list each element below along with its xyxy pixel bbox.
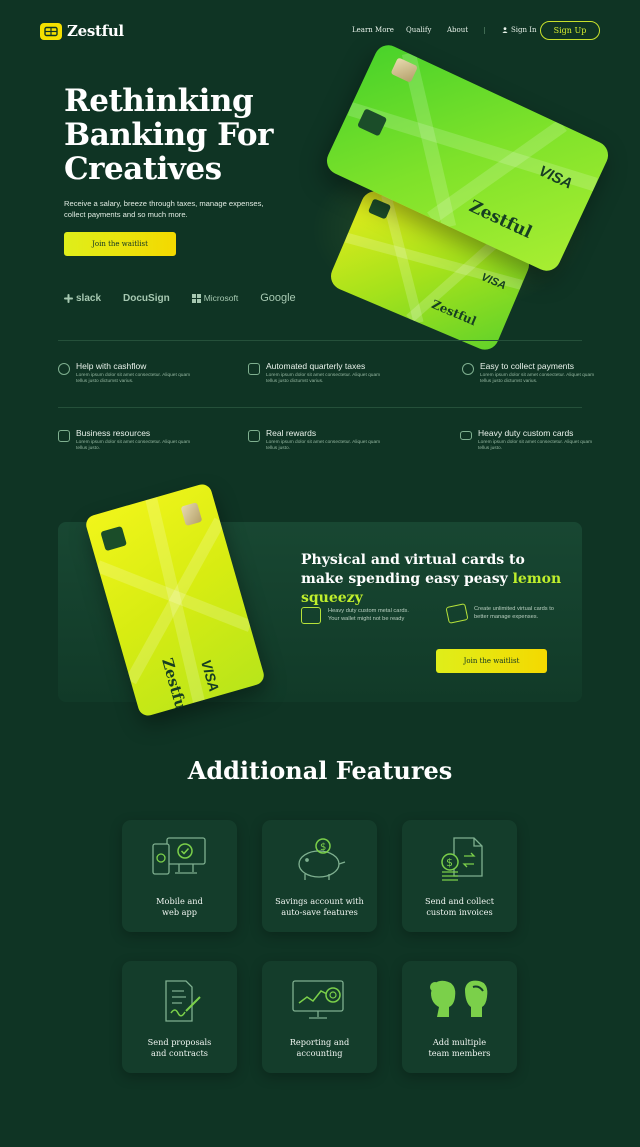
virtual-cards-icon bbox=[445, 603, 469, 624]
card-icon bbox=[460, 431, 472, 440]
tile-mobile-web-app: Mobile and web app bbox=[122, 820, 237, 932]
feature-title: Heavy duty custom cards bbox=[478, 428, 574, 438]
cashflow-icon bbox=[58, 363, 70, 375]
logo-text: Zestful bbox=[67, 22, 124, 40]
feature-title: Automated quarterly taxes bbox=[266, 361, 366, 371]
promo-item-metal-cards: Heavy duty custom metal cards. Your wall… bbox=[301, 607, 418, 624]
piggy-bank-icon: $ bbox=[297, 838, 345, 880]
hero-title: Rethinking Banking For Creatives bbox=[64, 83, 273, 187]
nav-qualify[interactable]: Qualify bbox=[406, 26, 431, 34]
invoice-exchange-icon: $ bbox=[440, 837, 483, 881]
contract-sign-icon bbox=[164, 980, 201, 1022]
logo-mark-icon bbox=[40, 22, 62, 40]
tile-label: Send proposals and contracts bbox=[147, 1037, 212, 1058]
sign-in-link[interactable]: Sign In bbox=[502, 26, 537, 34]
tax-document-icon bbox=[248, 363, 260, 375]
promo-item-text: Heavy duty custom metal cards. Your wall… bbox=[328, 608, 409, 622]
feature-desc: Lorem ipsum dolor sit amet consectetur. … bbox=[76, 373, 191, 384]
user-icon bbox=[502, 27, 508, 33]
briefcase-icon bbox=[58, 430, 70, 442]
hand-coin-icon bbox=[462, 363, 474, 375]
microsoft-logo: Microsoft bbox=[191, 293, 238, 303]
sign-up-button[interactable]: Sign Up bbox=[540, 21, 600, 40]
feature-custom-cards: Heavy duty custom cards Lorem ipsum dolor… bbox=[460, 428, 596, 452]
tile-label: Mobile and web app bbox=[156, 896, 203, 917]
divider bbox=[58, 407, 582, 408]
tile-label: Savings account with auto-save features bbox=[275, 896, 364, 917]
team-members-icon bbox=[429, 980, 487, 1017]
feature-cashflow: Help with cashflow Lorem ipsum dolor sit … bbox=[58, 361, 194, 385]
divider bbox=[58, 340, 582, 341]
nav-learn-more[interactable]: Learn More bbox=[352, 26, 394, 34]
feature-title: Easy to collect payments bbox=[480, 361, 575, 371]
feature-title: Business resources bbox=[76, 428, 151, 438]
promo-title: Physical and virtual cards to make spend… bbox=[301, 551, 571, 608]
feature-title: Help with cashflow bbox=[76, 361, 147, 371]
devices-icon bbox=[151, 837, 206, 875]
feature-taxes: Automated quarterly taxes Lorem ipsum dol… bbox=[248, 361, 384, 385]
additional-features-title: Additional Features bbox=[187, 756, 453, 785]
logo[interactable]: Zestful bbox=[40, 22, 124, 40]
tile-label: Add multiple team members bbox=[428, 1037, 491, 1058]
tile-team-members: Add multiple team members bbox=[402, 961, 517, 1073]
sign-in-label: Sign In bbox=[511, 26, 537, 34]
tile-label: Send and collect custom invoices bbox=[424, 896, 495, 917]
google-logo: Google bbox=[260, 292, 296, 304]
tile-proposals: Send proposals and contracts bbox=[122, 961, 237, 1073]
slack-logo: slack bbox=[64, 293, 101, 304]
feature-rewards: Real rewards Lorem ipsum dolor sit amet c… bbox=[248, 428, 384, 452]
feature-desc: Lorem ipsum dolor sit amet consectetur. … bbox=[266, 373, 381, 384]
tile-label: Reporting and accounting bbox=[289, 1037, 350, 1058]
feature-desc: Lorem ipsum dolor sit amet consectetur. … bbox=[266, 440, 381, 451]
metal-card-icon bbox=[301, 607, 321, 624]
hero-subtitle: Receive a salary, breeze through taxes, … bbox=[64, 199, 264, 219]
partner-logos: slack DocuSign Microsoft Google bbox=[64, 292, 296, 304]
svg-text:$: $ bbox=[320, 842, 326, 853]
feature-payments: Easy to collect payments Lorem ipsum dolo… bbox=[462, 361, 598, 385]
tile-savings: $ Savings account with auto-save features bbox=[262, 820, 377, 932]
tile-invoices: $ Send and collect custom invoices bbox=[402, 820, 517, 932]
feature-desc: Lorem ipsum dolor sit amet consectetur. … bbox=[480, 373, 595, 384]
feature-resources: Business resources Lorem ipsum dolor sit … bbox=[58, 428, 194, 452]
gift-icon bbox=[248, 430, 260, 442]
hero-join-waitlist-button[interactable]: Join the waitlist bbox=[64, 232, 176, 256]
promo-item-text: Create unlimited virtual cards to better… bbox=[474, 606, 554, 620]
report-chart-icon bbox=[291, 980, 344, 1019]
feature-title: Real rewards bbox=[266, 428, 317, 438]
promo-join-waitlist-button[interactable]: Join the waitlist bbox=[436, 649, 547, 673]
nav-divider bbox=[484, 27, 485, 34]
svg-text:$: $ bbox=[446, 856, 453, 869]
slack-icon bbox=[64, 293, 73, 303]
docusign-logo: DocuSign bbox=[123, 292, 170, 304]
feature-desc: Lorem ipsum dolor sit amet consectetur. … bbox=[76, 440, 191, 451]
tile-reporting: Reporting and accounting bbox=[262, 961, 377, 1073]
microsoft-icon bbox=[191, 293, 201, 303]
nav-about[interactable]: About bbox=[447, 26, 468, 34]
promo-item-virtual-cards: Create unlimited virtual cards to better… bbox=[445, 603, 556, 624]
promo-title-text: Physical and virtual cards to make spend… bbox=[301, 552, 525, 587]
feature-desc: Lorem ipsum dolor sit amet consectetur. … bbox=[478, 440, 593, 451]
